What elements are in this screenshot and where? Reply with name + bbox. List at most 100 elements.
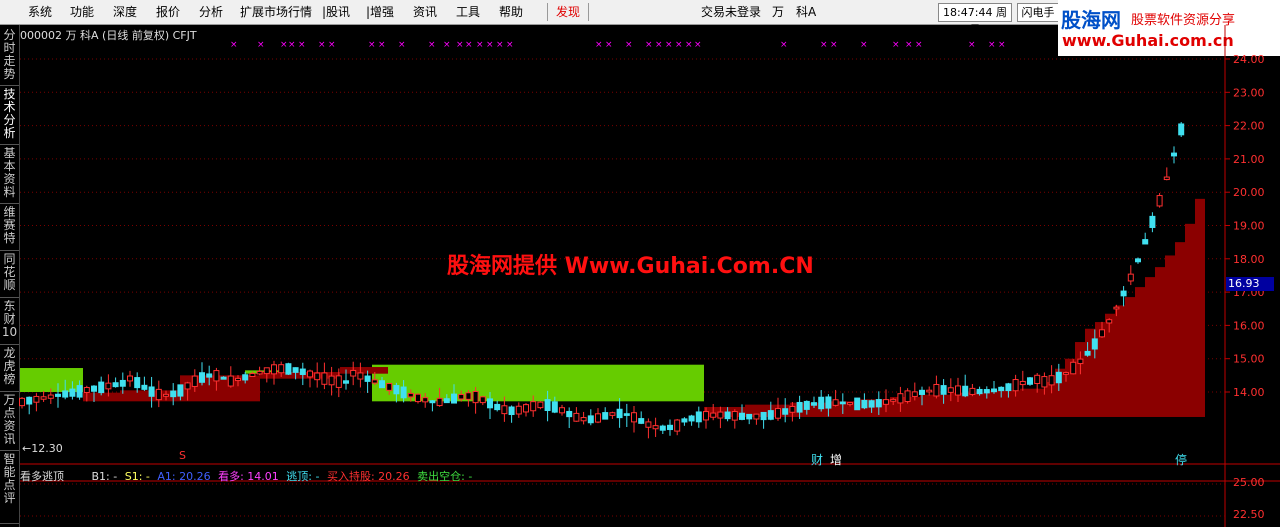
price-tick-label: 20.00 <box>1233 186 1265 199</box>
candle-body <box>1163 176 1170 181</box>
price-band <box>920 394 950 417</box>
signal-marker: × <box>694 40 702 50</box>
price-band <box>1175 242 1185 417</box>
candle-body <box>587 415 594 424</box>
stock-title: 000002 万 科A (日线 前复权) CFJT <box>20 27 197 43</box>
candle-body <box>847 402 853 405</box>
candle-body <box>83 387 90 393</box>
candle-body <box>479 396 486 404</box>
candle-body <box>1113 306 1120 310</box>
candle-body <box>991 388 997 393</box>
candle-body <box>1027 377 1033 385</box>
candle-body <box>1099 329 1105 338</box>
candle-body <box>242 374 249 381</box>
candle-body <box>775 408 781 419</box>
candle-body <box>695 411 702 423</box>
indicator-name[interactable]: 看多逃顶 <box>20 470 64 483</box>
candle-body <box>451 393 457 404</box>
price-band <box>1185 223 1195 417</box>
candle-body <box>832 399 839 406</box>
signal-marker: × <box>595 40 603 50</box>
candle-body <box>321 372 328 385</box>
candle-body <box>371 379 378 384</box>
candle-body <box>551 401 558 413</box>
candle-body <box>602 412 609 420</box>
candle-body <box>1041 376 1048 388</box>
signal-marker: × <box>318 40 326 50</box>
signal-marker: × <box>892 40 900 50</box>
candle-body <box>1142 239 1149 245</box>
candle-body <box>328 375 335 386</box>
indicator-a1: A1: 20.26 <box>157 470 211 483</box>
price-band <box>1020 388 1045 417</box>
price-tick-label: 19.00 <box>1233 220 1265 233</box>
price-band <box>985 390 1020 417</box>
candle-body <box>818 396 825 410</box>
candle-body <box>983 389 990 394</box>
signal-marker: × <box>675 40 683 50</box>
candle-body <box>940 385 947 395</box>
candle-body <box>796 401 803 413</box>
signal-marker: × <box>685 40 693 50</box>
price-tick-label: 21.00 <box>1233 153 1265 166</box>
candle-body <box>465 392 472 400</box>
price-band <box>340 367 388 374</box>
candle-body <box>753 413 760 420</box>
candle-body <box>458 394 465 400</box>
signal-marker: × <box>257 40 265 50</box>
indicator-sell-empty: 卖出空仓: - <box>417 470 473 483</box>
candle-body <box>55 393 61 397</box>
candle-body <box>1084 350 1091 356</box>
signal-marker: × <box>915 40 923 50</box>
signal-marker: × <box>506 40 514 50</box>
candle-body <box>717 411 724 419</box>
signal-marker: × <box>860 40 868 50</box>
candle-body <box>703 411 709 421</box>
candle-body <box>1178 123 1185 136</box>
candle-body <box>76 385 83 398</box>
candle-body <box>789 405 796 413</box>
candle-body <box>415 393 421 403</box>
signal-marker: × <box>988 40 996 50</box>
candle-body <box>91 385 97 392</box>
candle-body <box>1048 375 1055 386</box>
signal-marker: × <box>378 40 386 50</box>
price-band <box>950 392 985 417</box>
candle-body <box>184 382 191 390</box>
candle-body <box>1120 290 1127 297</box>
candle-body <box>1034 374 1041 384</box>
candle-body <box>487 398 493 409</box>
price-band <box>1135 287 1145 417</box>
signal-marker: × <box>998 40 1006 50</box>
candle-body <box>1019 380 1026 386</box>
candle-body <box>688 415 695 422</box>
lower-tick-label: 22.50 <box>1233 508 1265 521</box>
candle-body <box>897 393 904 404</box>
candle-body <box>544 399 551 411</box>
candle-body <box>307 370 313 378</box>
price-tick-label: 18.00 <box>1233 253 1265 266</box>
candle-body <box>523 404 529 413</box>
candle-body <box>739 412 745 420</box>
candle-body <box>1070 361 1077 375</box>
price-tick-label: 16.00 <box>1233 319 1265 332</box>
candle-body <box>825 396 832 409</box>
indicator-taoding: 逃顶: - <box>286 470 320 483</box>
candle-body <box>19 397 25 407</box>
candle-body <box>1106 319 1113 324</box>
candle-body <box>998 386 1005 392</box>
signal-marker: × <box>428 40 436 50</box>
price-band <box>704 406 745 417</box>
candle-body <box>69 388 76 397</box>
candle-body <box>1156 195 1163 207</box>
candle-body <box>530 401 537 412</box>
signal-marker: × <box>486 40 494 50</box>
current-price-tag: 16.93 <box>1226 277 1274 291</box>
candle-body <box>955 385 961 396</box>
signal-marker: × <box>625 40 633 50</box>
candle-body <box>710 412 717 418</box>
candle-body <box>443 398 450 404</box>
candle-body <box>969 387 976 395</box>
candle-body <box>33 395 40 403</box>
candle-body <box>386 383 393 391</box>
